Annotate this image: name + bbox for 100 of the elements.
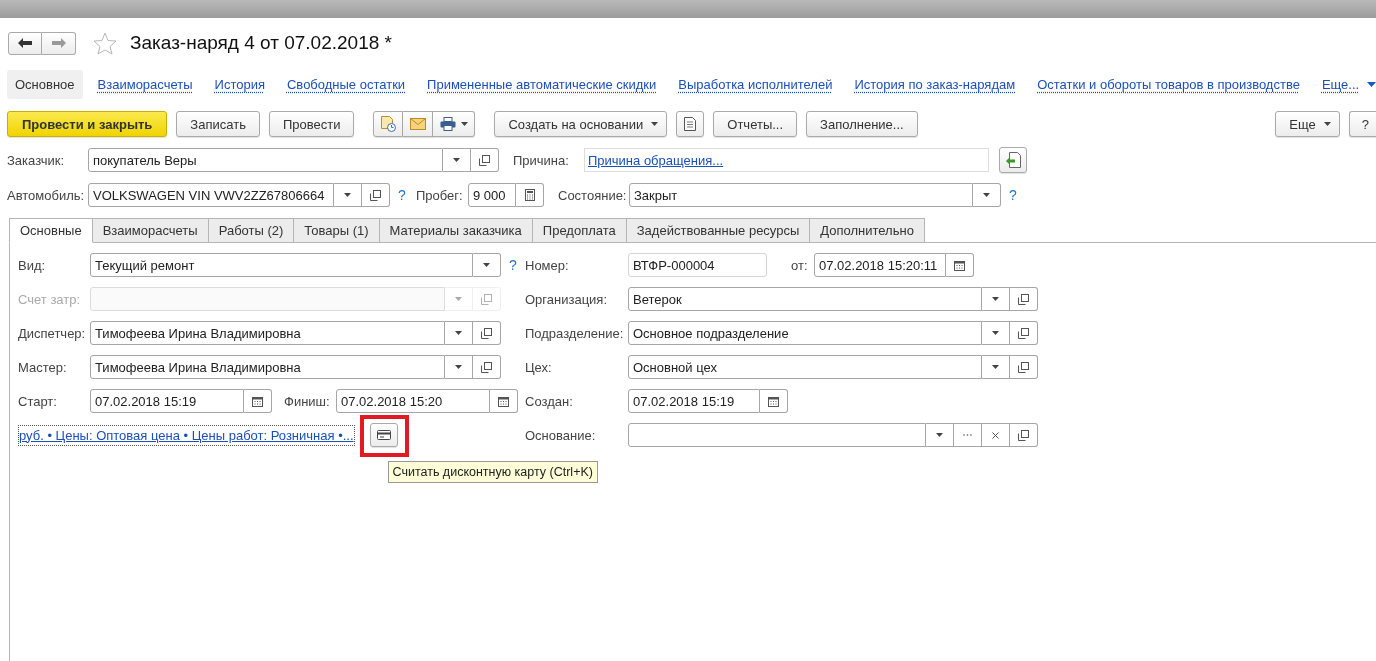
field-label: Заказчик: bbox=[7, 152, 65, 168]
open-button[interactable] bbox=[473, 321, 501, 345]
section-link[interactable]: История по заказ-нарядам bbox=[847, 69, 1023, 99]
reports-button[interactable]: Отчеты... bbox=[713, 111, 798, 137]
overlapping-squares-icon bbox=[481, 293, 492, 305]
input-field[interactable]: Тимофеева Ирина Владимировна bbox=[90, 355, 445, 379]
more-button[interactable]: Еще bbox=[1275, 111, 1340, 137]
overlapping-squares-icon bbox=[481, 361, 492, 373]
help-button[interactable]: ? bbox=[1348, 111, 1376, 137]
dropdown-button[interactable] bbox=[473, 253, 501, 277]
input-field[interactable]: 07.02.2018 15:19 bbox=[628, 389, 760, 413]
document-clock-button[interactable] bbox=[373, 111, 404, 137]
field-label: от: bbox=[791, 257, 809, 273]
star-icon[interactable] bbox=[93, 31, 117, 55]
caret-icon bbox=[1323, 122, 1331, 126]
help-mark[interactable]: ? bbox=[1009, 187, 1017, 203]
field-label: Основание: bbox=[525, 427, 597, 443]
input-field[interactable]: Тимофеева Ирина Владимировна bbox=[90, 321, 445, 345]
section-link[interactable]: Взаиморасчеты bbox=[90, 69, 200, 99]
caret-icon bbox=[483, 263, 490, 267]
document-button[interactable] bbox=[676, 111, 705, 137]
prices-link[interactable]: руб. • Цены: Оптовая цена • Цены работ: Розничная •... bbox=[18, 424, 355, 446]
open-button[interactable] bbox=[473, 355, 501, 379]
dropdown-button[interactable] bbox=[982, 355, 1010, 379]
open-button[interactable] bbox=[1010, 287, 1038, 311]
create-based-on-button[interactable]: Создать на основании bbox=[494, 111, 668, 137]
tooltip: Считать дисконтную карту (Ctrl+K) bbox=[387, 461, 598, 483]
caret-icon bbox=[455, 297, 462, 301]
input-field[interactable]: Ветерок bbox=[628, 287, 982, 311]
input-field[interactable]: покупатель Веры bbox=[88, 148, 443, 172]
caret-icon bbox=[1367, 81, 1376, 87]
help-mark[interactable]: ? bbox=[509, 257, 517, 273]
dropdown-button[interactable] bbox=[982, 321, 1010, 345]
input-field[interactable]: ВТФР-000004 bbox=[628, 253, 767, 277]
section-link[interactable]: Остатки и обороты товаров в производстве bbox=[1030, 69, 1307, 99]
calendar-button[interactable] bbox=[490, 389, 518, 413]
discount-card-button[interactable] bbox=[369, 423, 398, 447]
envelope-icon bbox=[409, 118, 426, 130]
tab[interactable]: Взаиморасчеты bbox=[92, 218, 209, 243]
fill-button[interactable]: Заполнение... bbox=[806, 111, 918, 137]
open-button[interactable] bbox=[1010, 321, 1038, 345]
field-label: Мастер: bbox=[18, 359, 68, 375]
section-link[interactable]: Примененные автоматические скидки bbox=[420, 69, 664, 99]
input-field[interactable]: 07.02.2018 15:20 bbox=[336, 389, 490, 413]
dropdown-button[interactable] bbox=[445, 355, 473, 379]
open-button[interactable] bbox=[1010, 355, 1038, 379]
tab[interactable]: Работы (2) bbox=[208, 218, 295, 243]
dropdown-button[interactable] bbox=[926, 423, 954, 447]
section-link[interactable]: Выработка исполнителей bbox=[671, 69, 840, 99]
dropdown-button[interactable] bbox=[445, 321, 473, 345]
open-button[interactable] bbox=[1010, 423, 1038, 447]
input-field[interactable]: 07.02.2018 15:20:11 bbox=[814, 253, 946, 277]
tab[interactable]: Товары (1) bbox=[294, 218, 380, 243]
email-button[interactable] bbox=[403, 111, 434, 137]
caret-icon bbox=[651, 122, 659, 126]
save-button[interactable]: Записать bbox=[176, 111, 260, 137]
field-label: Счет затр: bbox=[18, 291, 82, 307]
input-field[interactable]: Текущий ремонт bbox=[90, 253, 473, 277]
back-button[interactable] bbox=[8, 31, 42, 55]
overlapping-squares-icon bbox=[1018, 293, 1029, 305]
dropdown-button[interactable] bbox=[334, 183, 362, 207]
dropdown-button[interactable] bbox=[443, 148, 471, 172]
post-button[interactable]: Провести bbox=[268, 111, 355, 137]
calendar-button[interactable] bbox=[244, 389, 272, 413]
calendar-button[interactable] bbox=[760, 389, 788, 413]
calculator-button[interactable] bbox=[516, 183, 544, 207]
highlight-frame bbox=[359, 415, 409, 457]
input-field[interactable]: Основное подразделение bbox=[628, 321, 982, 345]
choose-button[interactable] bbox=[954, 423, 982, 447]
section-link[interactable]: История bbox=[207, 69, 272, 99]
input-field[interactable]: 07.02.2018 15:19 bbox=[90, 389, 244, 413]
reason-field[interactable]: Причина обращения... bbox=[584, 148, 989, 172]
reason-link[interactable]: Причина обращения... bbox=[588, 152, 724, 168]
input-field[interactable]: Закрыт bbox=[629, 183, 973, 207]
section-link[interactable]: Свободные остатки bbox=[280, 69, 413, 99]
post-and-close-button[interactable]: Провести и закрыть bbox=[7, 111, 168, 137]
document-title: Заказ-наряд 4 от 07.02.2018 * bbox=[130, 32, 392, 54]
document-arrow-button[interactable] bbox=[999, 147, 1027, 173]
open-button[interactable] bbox=[471, 148, 499, 172]
dropdown-button[interactable] bbox=[982, 287, 1010, 311]
field-label: Цех: bbox=[525, 359, 553, 375]
field-label: Состояние: bbox=[558, 187, 628, 203]
help-mark[interactable]: ? bbox=[398, 187, 406, 203]
caret-icon bbox=[455, 331, 462, 335]
tab[interactable]: Дополнительно bbox=[810, 218, 925, 243]
field-label: Организация: bbox=[525, 291, 609, 307]
input-field[interactable]: VOLKSWAGEN VIN VWV2ZZ67806664 bbox=[88, 183, 334, 207]
tab[interactable]: Задействованные ресурсы bbox=[626, 218, 811, 243]
tab[interactable]: Основные bbox=[9, 218, 93, 243]
print-button[interactable] bbox=[433, 111, 476, 137]
tab[interactable]: Материалы заказчика bbox=[379, 218, 533, 243]
input-field[interactable] bbox=[628, 423, 926, 447]
calendar-button[interactable] bbox=[946, 253, 974, 277]
tab[interactable]: Предоплата bbox=[532, 218, 627, 243]
more-link[interactable]: Еще... bbox=[1314, 69, 1376, 99]
open-button[interactable] bbox=[362, 183, 390, 207]
dropdown-button[interactable] bbox=[973, 183, 1001, 207]
input-field[interactable]: Основной цех bbox=[628, 355, 982, 379]
input-field[interactable]: 9 000 bbox=[468, 183, 516, 207]
section-link[interactable]: Основное bbox=[7, 69, 83, 99]
